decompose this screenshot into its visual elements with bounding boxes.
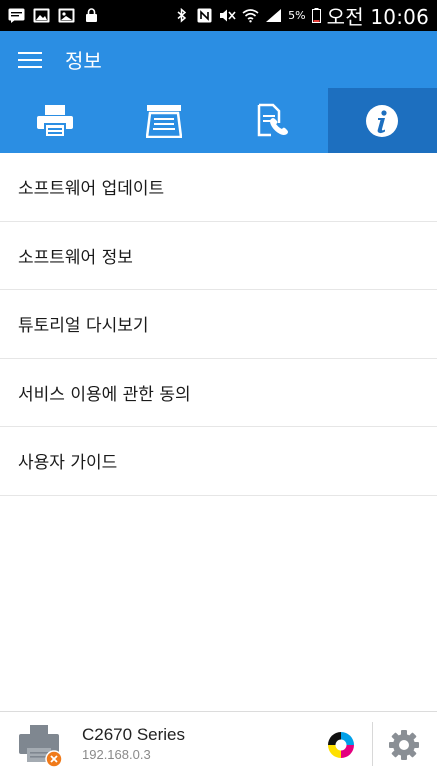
bluetooth-icon [177, 8, 187, 23]
menu-button[interactable] [13, 43, 47, 77]
info-icon [366, 104, 399, 137]
printer-name: C2670 Series [82, 725, 186, 744]
mute-icon [220, 9, 236, 22]
tab-print[interactable] [0, 88, 109, 153]
status-bar-right: 5% 오전 10:06 [173, 1, 437, 30]
hamburger-icon [18, 51, 42, 68]
tab-bar [0, 88, 437, 153]
menu-item-label: 서비스 이용에 관한 동의 [18, 384, 191, 405]
wifi-icon [242, 9, 259, 23]
printer-info[interactable]: C2670 Series 192.168.0.3 [82, 725, 185, 762]
gear-icon [389, 730, 419, 760]
status-time: 오전 10:06 [326, 5, 429, 29]
page-title: 정보 [65, 49, 102, 73]
printer-ip: 192.168.0.3 [82, 747, 151, 762]
status-bar: 5% 오전 10:06 [0, 0, 437, 31]
settings-button[interactable] [388, 729, 420, 761]
divider [372, 722, 373, 766]
info-menu-list: 소프트웨어 업데이트 소프트웨어 정보 튜토리얼 다시보기 서비스 이용에 관한… [0, 153, 437, 496]
menu-item-software-info[interactable]: 소프트웨어 정보 [0, 222, 437, 290]
lock-icon [86, 8, 97, 22]
menu-item-label: 사용자 가이드 [18, 453, 118, 474]
tab-fax[interactable] [219, 88, 328, 153]
tab-info[interactable] [327, 88, 437, 153]
app-bar: 정보 [0, 31, 437, 88]
menu-item-service-consent[interactable]: 서비스 이용에 관한 동의 [0, 359, 437, 427]
scanner-icon [145, 104, 182, 138]
printer-device-icon [19, 724, 63, 768]
message-icon [8, 8, 25, 23]
fax-icon [257, 103, 289, 136]
printer-status-bar: C2670 Series 192.168.0.3 [0, 711, 437, 775]
ink-cmyk-icon [328, 732, 354, 758]
printer-status-icon[interactable] [14, 719, 70, 769]
signal-icon [266, 9, 282, 22]
menu-item-software-update[interactable]: 소프트웨어 업데이트 [0, 153, 437, 222]
image-icon [33, 8, 50, 23]
menu-item-label: 소프트웨어 업데이트 [18, 179, 165, 200]
status-bar-left [0, 8, 100, 23]
battery-percent: 5% [288, 9, 306, 22]
gallery-icon [58, 8, 75, 23]
battery-icon [311, 8, 321, 23]
ink-level-button[interactable] [326, 730, 356, 760]
menu-item-label: 소프트웨어 정보 [18, 247, 133, 268]
menu-item-label: 튜토리얼 다시보기 [18, 316, 149, 337]
nfc-icon [197, 8, 212, 23]
menu-item-tutorial[interactable]: 튜토리얼 다시보기 [0, 290, 437, 359]
printer-icon [36, 104, 73, 138]
menu-item-user-guide[interactable]: 사용자 가이드 [0, 427, 437, 496]
tab-scan[interactable] [109, 88, 218, 153]
